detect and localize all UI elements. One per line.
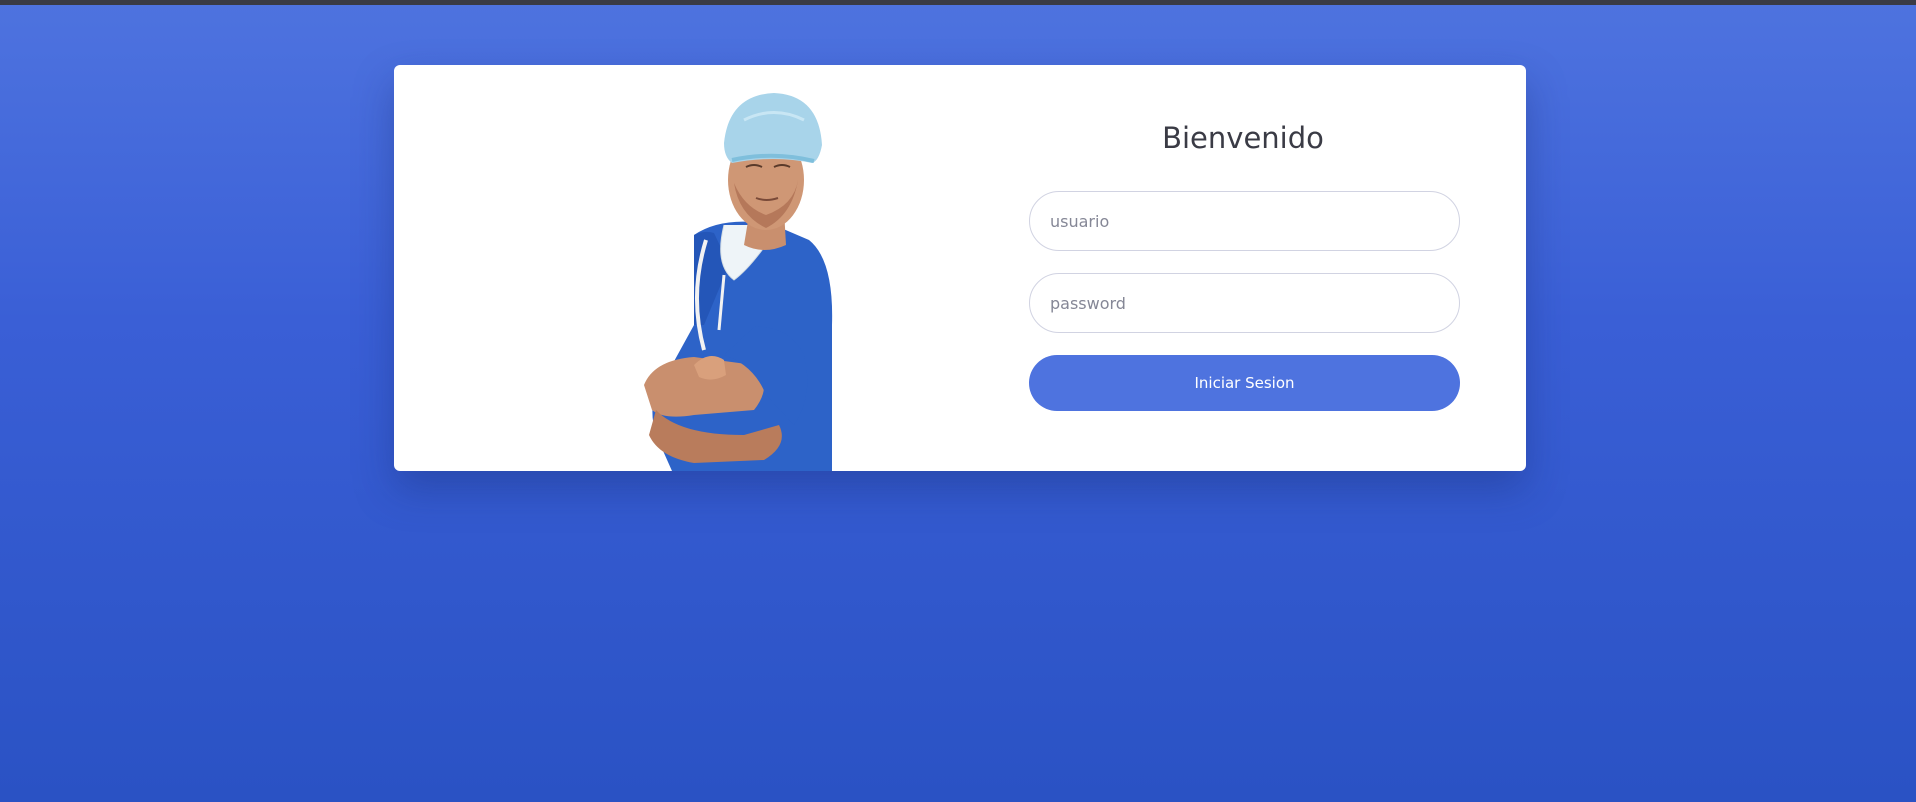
welcome-title: Bienvenido	[1162, 121, 1324, 155]
login-form: Bienvenido Iniciar Sesion	[960, 65, 1526, 471]
doctor-illustration	[644, 93, 833, 471]
login-button[interactable]: Iniciar Sesion	[1029, 355, 1460, 411]
login-card: Bienvenido Iniciar Sesion	[394, 65, 1526, 471]
browser-top-border	[0, 0, 1916, 5]
password-input[interactable]	[1029, 273, 1460, 333]
doctor-photo	[394, 65, 960, 471]
username-input[interactable]	[1029, 191, 1460, 251]
